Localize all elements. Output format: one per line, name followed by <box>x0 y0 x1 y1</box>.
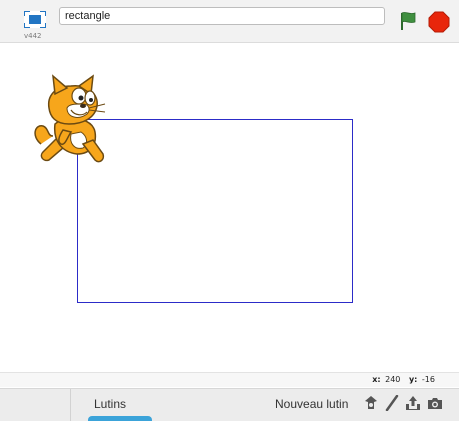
scratch-cat-sprite[interactable] <box>33 74 113 166</box>
sprite-selection-tab[interactable] <box>88 416 152 421</box>
mouse-coordinates: x: 240 y: -16 <box>0 372 459 387</box>
version-label: v442 <box>24 32 42 40</box>
camera-icon[interactable] <box>427 395 443 411</box>
y-coordinate-label: y: <box>408 375 418 384</box>
new-sprite-label: Nouveau lutin <box>275 397 349 411</box>
panel-divider <box>70 389 71 421</box>
stop-sign-icon[interactable] <box>428 11 450 33</box>
choose-from-library-icon[interactable] <box>363 395 379 411</box>
green-flag-icon[interactable] <box>400 11 416 31</box>
x-coordinate-value: 240 <box>385 375 401 384</box>
project-title-input[interactable] <box>59 7 385 25</box>
sprites-panel-header: Lutins Nouveau lutin <box>0 388 459 421</box>
top-bar: v442 <box>0 0 459 43</box>
y-coordinate-value: -16 <box>421 375 435 384</box>
drawn-rectangle <box>77 119 353 303</box>
paint-new-sprite-icon[interactable] <box>384 395 400 411</box>
presentation-mode-icon[interactable] <box>24 11 46 28</box>
sprites-title: Lutins <box>94 397 127 411</box>
x-coordinate-label: x: <box>372 375 381 384</box>
upload-sprite-icon[interactable] <box>405 395 421 411</box>
